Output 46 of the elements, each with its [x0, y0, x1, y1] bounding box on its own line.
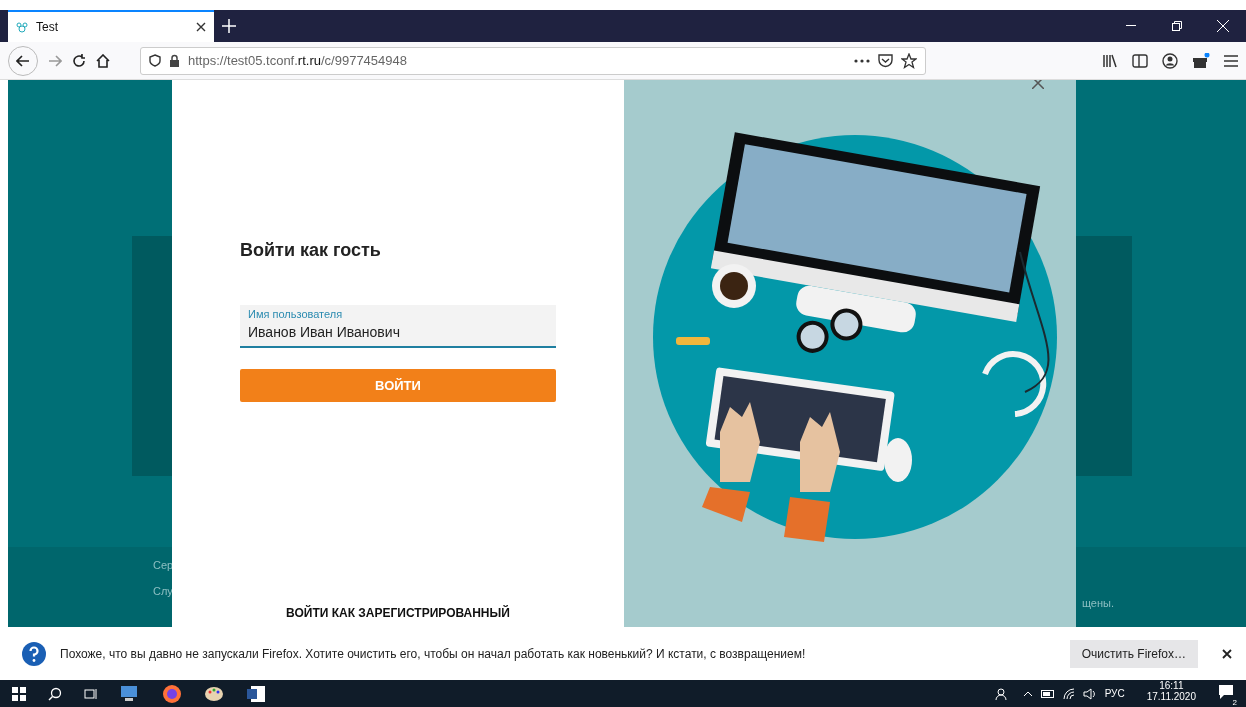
- url-text: https://test05.tconf.rt.ru/c/9977454948: [188, 53, 408, 68]
- more-icon[interactable]: [854, 58, 870, 63]
- registered-login-link[interactable]: ВОЙТИ КАК ЗАРЕГИСТРИРОВАННЫЙ: [172, 605, 624, 621]
- footer-text: Слу: [153, 585, 174, 597]
- close-tab-icon[interactable]: [196, 22, 206, 32]
- dialog-title: Войти как гость: [240, 240, 382, 261]
- sidebar-icon[interactable]: [1132, 53, 1148, 68]
- speaker-icon[interactable]: [1082, 687, 1097, 700]
- pocket-icon[interactable]: [878, 53, 893, 68]
- field-label: Имя пользователя: [248, 308, 344, 320]
- tab-title: Test: [36, 20, 59, 34]
- computer-icon[interactable]: [120, 684, 140, 703]
- battery-icon[interactable]: [1040, 689, 1055, 698]
- task-view-icon[interactable]: [84, 686, 98, 701]
- lock-icon: [169, 54, 180, 67]
- refresh-firefox-button[interactable]: Очистить Firefox…: [1069, 639, 1198, 668]
- forward-icon[interactable]: [48, 54, 62, 67]
- document-icon[interactable]: [246, 684, 266, 703]
- shield-icon: [149, 54, 161, 67]
- search-icon[interactable]: [48, 686, 62, 701]
- library-icon[interactable]: [1102, 53, 1118, 68]
- menu-icon[interactable]: [1224, 54, 1238, 67]
- account-icon[interactable]: [1162, 52, 1178, 69]
- people-icon[interactable]: [994, 686, 1009, 701]
- windows-logo-icon[interactable]: [12, 686, 26, 701]
- notification-count: 2: [1232, 697, 1237, 707]
- notifications-icon[interactable]: [1218, 683, 1234, 700]
- paint-palette-icon[interactable]: [204, 684, 224, 703]
- footer-text: Сер: [153, 559, 175, 571]
- username-field[interactable]: Имя пользователя Иванов Иван Иванович: [240, 305, 556, 348]
- reload-icon[interactable]: [72, 53, 86, 68]
- close-icon[interactable]: [1222, 648, 1232, 659]
- home-icon[interactable]: [96, 53, 110, 68]
- firefox-icon[interactable]: [162, 683, 182, 704]
- notification-message: Похоже, что вы давно не запускали Firefox. Хотите очистить его, чтобы он начал работать как новенький? И кстати, с возвращением!: [60, 646, 807, 661]
- username-input[interactable]: Иванов Иван Иванович: [248, 324, 548, 340]
- address-bar[interactable]: https://test05.tconf.rt.ru/c/9977454948: [140, 46, 926, 75]
- chevron-up-icon[interactable]: [1022, 690, 1033, 697]
- copyright-text: щены.: [1081, 597, 1114, 609]
- wifi-icon[interactable]: [1062, 687, 1075, 700]
- gift-icon[interactable]: [1192, 52, 1210, 69]
- clock[interactable]: 16:11 17.11.2020: [1146, 680, 1196, 707]
- browser-tab[interactable]: Test: [8, 10, 214, 42]
- star-icon[interactable]: [901, 52, 917, 69]
- help-icon: [22, 641, 46, 666]
- language-indicator[interactable]: РУС: [1104, 688, 1125, 699]
